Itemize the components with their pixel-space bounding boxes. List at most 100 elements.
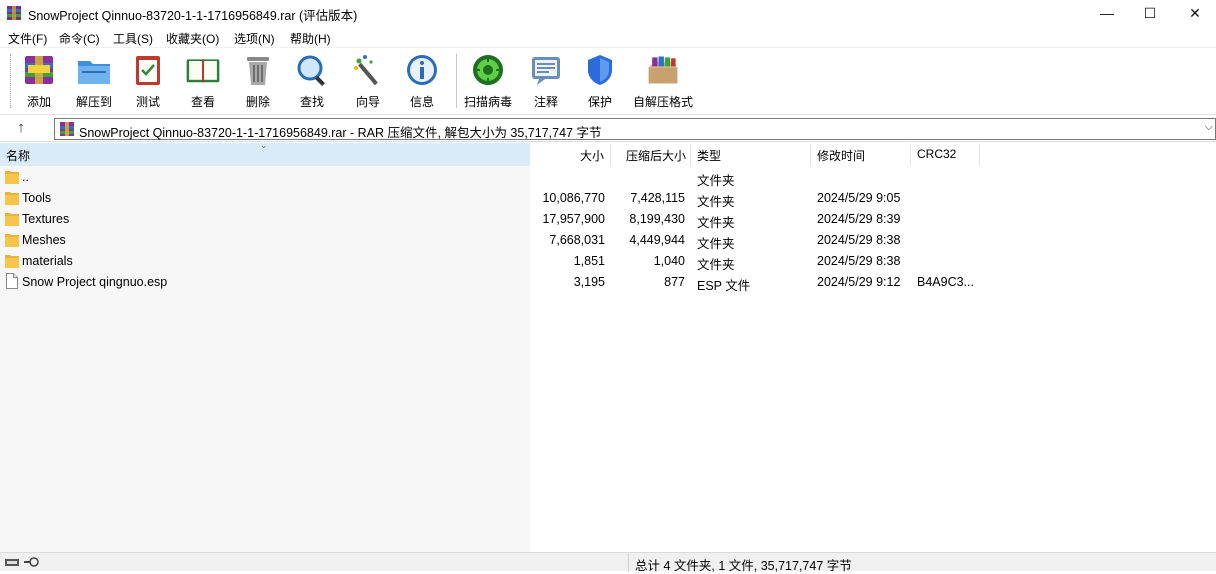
archive-path-field[interactable]: SnowProject Qinnuo-83720-1-1-1716956849.…: [54, 118, 1216, 140]
file-size: 1,851: [573, 254, 605, 268]
up-one-level-button[interactable]: ↑: [10, 119, 32, 139]
file-packed-size: 4,449,944: [629, 233, 685, 247]
file-name: materials: [22, 254, 73, 268]
menu-favorites[interactable]: 收藏夹(O): [166, 30, 219, 47]
find-label: 查找: [299, 95, 324, 109]
add-archive-icon: [21, 52, 57, 88]
add-button[interactable]: 添加: [20, 52, 58, 110]
menu-command[interactable]: 命令(C): [59, 30, 100, 47]
wizard-button[interactable]: 向导: [350, 52, 386, 110]
rar-archive-icon: [60, 122, 74, 136]
find-button[interactable]: 查找: [294, 52, 330, 110]
file-row[interactable]: materials 1,851 1,040 文件夹 2024/5/29 8:38: [0, 251, 1216, 272]
delete-button[interactable]: 删除: [240, 52, 276, 110]
test-button[interactable]: 测试: [130, 52, 166, 110]
file-size: 17,957,900: [542, 212, 605, 226]
folder-icon: [5, 213, 19, 226]
column-header-modified[interactable]: 修改时间: [811, 143, 910, 166]
file-row[interactable]: Textures 17,957,900 8,199,430 文件夹 2024/5…: [0, 209, 1216, 230]
folder-extract-icon: [76, 52, 112, 88]
file-modified: 2024/5/29 8:38: [817, 254, 901, 268]
minimize-button[interactable]: —: [1084, 0, 1130, 26]
file-packed-size: 1,040: [653, 254, 685, 268]
view-label: 查看: [190, 95, 215, 109]
menu-file[interactable]: 文件(F): [8, 30, 47, 47]
test-clipboard-icon: [130, 52, 166, 88]
magic-wand-icon: [350, 52, 386, 88]
extract-to-label: 解压到: [75, 95, 112, 109]
file-crc: B4A9C3...: [917, 275, 974, 289]
close-button[interactable]: ✕: [1172, 0, 1216, 26]
info-icon: [404, 52, 440, 88]
sort-indicator-icon: ⌄: [260, 140, 268, 150]
window-title: SnowProject Qinnuo-83720-1-1-1716956849.…: [28, 9, 358, 23]
delete-label: 删除: [245, 95, 270, 109]
toolbar: 添加 解压到 测试 查看 删除 查找 向导 信息 扫描病毒 注释 保护 自解压格…: [0, 48, 1216, 115]
menu-help[interactable]: 帮助(H): [290, 30, 331, 47]
document-icon: [6, 273, 18, 289]
menu-tools[interactable]: 工具(S): [113, 30, 153, 47]
sfx-label: 自解压格式: [632, 95, 693, 109]
column-divider[interactable]: [979, 143, 980, 166]
info-button[interactable]: 信息: [404, 52, 440, 110]
file-packed-size: 877: [664, 275, 685, 289]
folder-icon: [5, 171, 19, 184]
drive-key-icon[interactable]: [4, 556, 44, 568]
column-header-crc-label: CRC32: [917, 147, 957, 161]
archive-path-text: SnowProject Qinnuo-83720-1-1-1716956849.…: [79, 126, 602, 140]
file-packed-size: 8,199,430: [629, 212, 685, 226]
file-type: 文件夹: [697, 174, 735, 188]
comment-label: 注释: [533, 95, 558, 109]
file-name: Tools: [22, 191, 52, 205]
status-divider: [628, 553, 629, 572]
file-modified: 2024/5/29 9:12: [817, 275, 901, 289]
file-row[interactable]: Snow Project qingnuo.esp 3,195 877 ESP 文…: [0, 272, 1216, 293]
file-type: ESP 文件: [697, 279, 751, 293]
status-summary: 总计 4 文件夹, 1 文件, 35,717,747 字节: [635, 559, 852, 573]
file-type: 文件夹: [697, 195, 735, 209]
address-bar: ↑ SnowProject Qinnuo-83720-1-1-171695684…: [0, 116, 1216, 142]
column-header-name[interactable]: 名称 ⌄: [0, 140, 530, 166]
folder-icon: [5, 234, 19, 247]
virus-scan-label: 扫描病毒: [463, 95, 512, 109]
add-label: 添加: [26, 95, 51, 109]
chevron-down-icon[interactable]: ⌵: [1205, 121, 1213, 134]
winrar-app-icon: [7, 6, 21, 20]
column-header-type[interactable]: 类型: [691, 143, 810, 166]
column-header-name-label: 名称: [6, 149, 31, 163]
file-type: 文件夹: [697, 258, 735, 272]
maximize-button[interactable]: ☐: [1127, 0, 1173, 26]
column-header-packed[interactable]: 压缩后大小: [611, 143, 690, 166]
file-type: 文件夹: [697, 216, 735, 230]
virus-scan-button[interactable]: 扫描病毒: [462, 52, 514, 110]
title-bar: SnowProject Qinnuo-83720-1-1-1716956849.…: [0, 0, 1216, 26]
protect-button[interactable]: 保护: [582, 52, 618, 110]
file-row[interactable]: Meshes 7,668,031 4,449,944 文件夹 2024/5/29…: [0, 230, 1216, 251]
column-header-crc[interactable]: CRC32: [911, 143, 979, 166]
file-row[interactable]: .. 文件夹: [0, 167, 1216, 188]
extract-to-button[interactable]: 解压到: [74, 52, 114, 110]
view-button[interactable]: 查看: [180, 52, 226, 110]
book-view-icon: [185, 52, 221, 88]
info-label: 信息: [409, 95, 434, 109]
file-size: 10,086,770: [542, 191, 605, 205]
file-size: 3,195: [573, 275, 605, 289]
file-name: Snow Project qingnuo.esp: [22, 275, 168, 289]
column-header-size-label: 大小: [579, 149, 604, 163]
test-label: 测试: [135, 95, 160, 109]
toolbar-grip: [10, 54, 13, 108]
wizard-label: 向导: [355, 95, 380, 109]
sfx-box-icon: [645, 52, 681, 88]
file-size: 7,668,031: [549, 233, 605, 247]
virus-scan-icon: [470, 52, 506, 88]
file-type: 文件夹: [697, 237, 735, 251]
folder-icon: [5, 255, 19, 268]
file-packed-size: 7,428,115: [630, 191, 685, 205]
file-modified: 2024/5/29 8:38: [817, 233, 901, 247]
sfx-button[interactable]: 自解压格式: [632, 52, 694, 110]
comment-button[interactable]: 注释: [528, 52, 564, 110]
column-header-size[interactable]: 大小: [530, 143, 610, 166]
file-modified: 2024/5/29 9:05: [817, 191, 901, 205]
file-row[interactable]: Tools 10,086,770 7,428,115 文件夹 2024/5/29…: [0, 188, 1216, 209]
menu-options[interactable]: 选项(N): [234, 30, 275, 47]
